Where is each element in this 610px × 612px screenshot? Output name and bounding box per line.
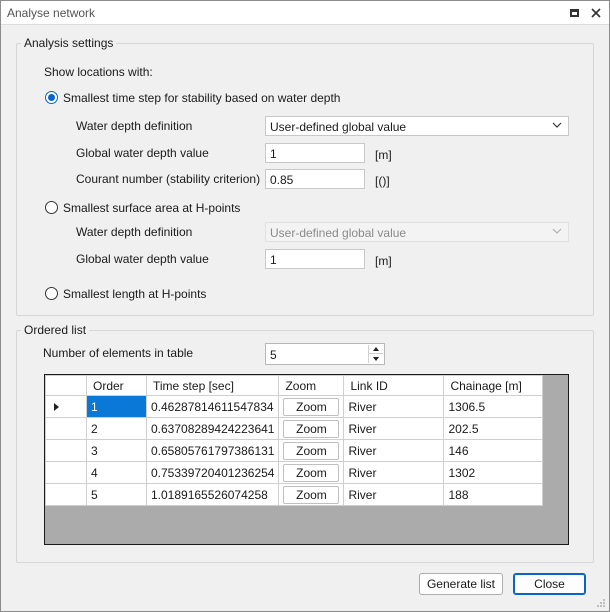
global-water-depth-label: Global water depth value — [76, 146, 209, 160]
current-row-icon — [54, 403, 59, 411]
number-of-elements-label: Number of elements in table — [43, 346, 194, 360]
column-header-chainage[interactable]: Chainage [m] — [443, 375, 544, 396]
option-smallest-time-step-label[interactable]: Smallest time step for stability based o… — [63, 91, 340, 105]
cell-order[interactable]: 4 — [86, 461, 147, 484]
cell-link-id[interactable]: River — [343, 417, 445, 440]
cell-time-step[interactable]: 1.0189165526074258 — [145, 483, 280, 506]
row-header[interactable] — [45, 483, 87, 506]
global-water-depth-input-2[interactable]: 1 — [265, 249, 365, 269]
cell-order[interactable]: 3 — [86, 439, 147, 462]
spinner-buttons — [368, 345, 383, 363]
zoom-button[interactable]: Zoom — [283, 463, 340, 482]
water-depth-definition-label-2: Water depth definition — [76, 225, 193, 239]
cell-chainage[interactable]: 202.5 — [443, 417, 544, 440]
analyse-network-dialog: Analyse network Analysis settings Show l… — [0, 0, 610, 612]
chevron-down-icon — [552, 122, 562, 128]
close-icon — [591, 8, 601, 18]
row-header[interactable] — [45, 461, 87, 484]
resize-grip-icon[interactable] — [596, 598, 606, 608]
table-row[interactable]: 5 1.0189165526074258 Zoom River 188 — [45, 483, 544, 506]
radio-smallest-length[interactable] — [45, 287, 58, 300]
cell-chainage[interactable]: 188 — [443, 483, 544, 506]
courant-number-input[interactable]: 0.85 — [265, 169, 365, 189]
row-header[interactable] — [45, 439, 87, 462]
cell-order[interactable]: 1 — [86, 395, 147, 418]
global-water-depth-unit-2: [m] — [375, 254, 392, 268]
radio-smallest-surface-area[interactable] — [45, 201, 58, 214]
arrow-up-icon — [373, 347, 379, 351]
option-smallest-length-label[interactable]: Smallest length at H-points — [63, 287, 206, 301]
restore-icon — [569, 9, 579, 17]
generate-list-button[interactable]: Generate list — [419, 573, 503, 595]
table-row[interactable]: 2 0.63708289424223641 Zoom River 202.5 — [45, 417, 544, 440]
cell-time-step[interactable]: 0.65805761797386131 — [145, 439, 280, 462]
water-depth-definition-select-2[interactable]: User-defined global value — [265, 222, 569, 242]
cell-link-id[interactable]: River — [343, 483, 445, 506]
global-water-depth-unit: [m] — [375, 148, 392, 162]
global-water-depth-label-2: Global water depth value — [76, 252, 209, 266]
row-header-corner — [45, 375, 87, 396]
cell-chainage[interactable]: 1302 — [443, 461, 544, 484]
column-header-order[interactable]: Order — [86, 375, 147, 396]
results-table: Order Time step [sec] Zoom Link ID Chain… — [45, 375, 544, 506]
cell-link-id[interactable]: River — [343, 439, 445, 462]
cell-order[interactable]: 5 — [86, 483, 147, 506]
cell-order[interactable]: 2 — [86, 417, 147, 440]
cell-zoom: Zoom — [278, 461, 345, 484]
cell-time-step[interactable]: 0.63708289424223641 — [145, 417, 280, 440]
title-bar: Analyse network — [1, 1, 609, 25]
water-depth-definition-value-2: User-defined global value — [270, 226, 407, 240]
arrow-down-icon — [373, 356, 379, 361]
table-row[interactable]: 4 0.75339720401236254 Zoom River 1302 — [45, 461, 544, 484]
table-row[interactable]: 1 0.46287814611547834 Zoom River 1306.5 — [45, 395, 544, 418]
cell-chainage[interactable]: 1306.5 — [443, 395, 544, 418]
cell-zoom: Zoom — [278, 439, 345, 462]
row-header[interactable] — [45, 417, 87, 440]
results-grid[interactable]: Order Time step [sec] Zoom Link ID Chain… — [44, 374, 569, 545]
cell-zoom: Zoom — [278, 417, 345, 440]
table-header-row: Order Time step [sec] Zoom Link ID Chain… — [45, 375, 544, 396]
water-depth-definition-select[interactable]: User-defined global value — [265, 116, 569, 136]
radio-smallest-time-step[interactable] — [45, 91, 58, 104]
cell-chainage[interactable]: 146 — [443, 439, 544, 462]
column-header-time-step[interactable]: Time step [sec] — [145, 375, 280, 396]
cell-link-id[interactable]: River — [343, 461, 445, 484]
courant-number-label: Courant number (stability criterion) — [76, 172, 261, 186]
zoom-button[interactable]: Zoom — [283, 419, 340, 438]
table-row[interactable]: 3 0.65805761797386131 Zoom River 146 — [45, 439, 544, 462]
zoom-button[interactable]: Zoom — [283, 441, 340, 460]
number-of-elements-value: 5 — [270, 348, 277, 362]
restore-button[interactable] — [566, 5, 582, 21]
zoom-button[interactable]: Zoom — [283, 397, 340, 416]
cell-time-step[interactable]: 0.75339720401236254 — [145, 461, 280, 484]
cell-zoom: Zoom — [278, 395, 345, 418]
option-smallest-surface-area-label[interactable]: Smallest surface area at H-points — [63, 201, 240, 215]
row-header[interactable] — [45, 395, 87, 418]
cell-time-step[interactable]: 0.46287814611547834 — [145, 395, 280, 418]
cell-link-id[interactable]: River — [343, 395, 445, 418]
column-header-zoom[interactable]: Zoom — [278, 375, 345, 396]
number-of-elements-spinner[interactable]: 5 — [265, 343, 385, 365]
global-water-depth-input[interactable]: 1 — [265, 143, 365, 163]
spinner-up-button[interactable] — [369, 345, 383, 354]
cell-zoom: Zoom — [278, 483, 345, 506]
column-header-link-id[interactable]: Link ID — [343, 375, 445, 396]
analysis-settings-title: Analysis settings — [21, 36, 117, 50]
show-locations-label: Show locations with: — [44, 65, 153, 79]
zoom-button[interactable]: Zoom — [283, 485, 340, 504]
spinner-down-button[interactable] — [369, 354, 383, 363]
chevron-down-icon — [552, 228, 562, 234]
ordered-list-title: Ordered list — [21, 323, 90, 337]
water-depth-definition-label: Water depth definition — [76, 119, 193, 133]
close-window-button[interactable] — [588, 5, 604, 21]
close-button[interactable]: Close — [513, 573, 586, 595]
courant-number-unit: [()] — [375, 174, 390, 188]
water-depth-definition-value: User-defined global value — [270, 120, 407, 134]
window-title: Analyse network — [7, 6, 96, 20]
